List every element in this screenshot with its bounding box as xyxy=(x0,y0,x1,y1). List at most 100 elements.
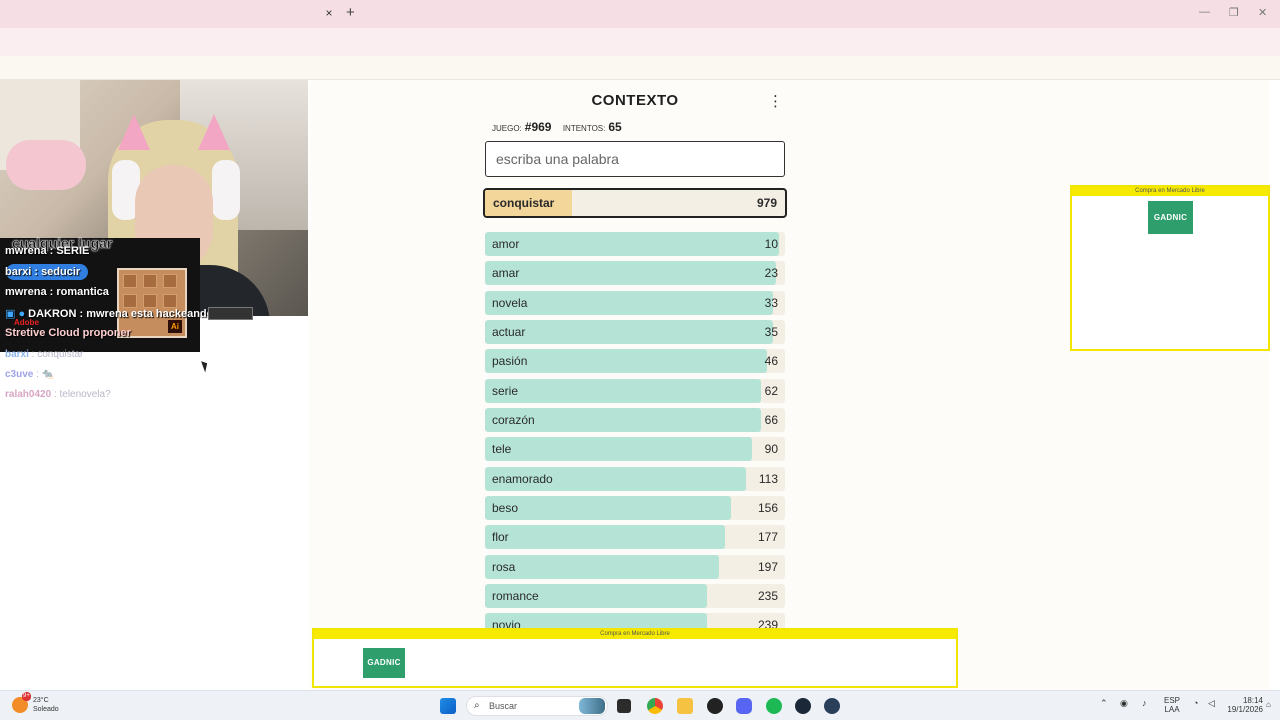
guess-word: tele xyxy=(492,442,512,457)
tray-chevron-icon[interactable]: ⌃ xyxy=(1100,699,1108,708)
word-input[interactable] xyxy=(485,141,785,177)
clock-time: 18:14 xyxy=(1242,696,1263,705)
guess-rank: 10 xyxy=(764,237,778,251)
steam-app-icon[interactable] xyxy=(824,698,840,714)
guess-fill xyxy=(485,290,773,315)
taskbar-search-placeholder: Buscar xyxy=(489,701,518,711)
guess-word: pasión xyxy=(492,354,528,369)
guess-word: beso xyxy=(492,500,519,515)
guess-rank: 90 xyxy=(764,442,778,457)
page-top-strip xyxy=(0,56,1280,80)
attempts-count: 65 xyxy=(608,120,622,134)
guess-row: amor 10 xyxy=(485,232,785,256)
guess-fill xyxy=(485,525,725,550)
guess-rank: 197 xyxy=(757,559,778,574)
game-menu-button[interactable]: ⋮ xyxy=(768,92,783,110)
stream-overlay: Ai cualquier lugar mwrena : SERIE barxi … xyxy=(0,80,310,690)
task-view-icon[interactable] xyxy=(617,699,631,713)
search-highlight-image xyxy=(579,698,605,714)
guess-row: pasión 46 xyxy=(485,349,785,374)
guess-word: serie xyxy=(492,383,519,398)
guess-list: amor 10 amar 23 novela 33 actuar 35 pasión 46 seri… xyxy=(485,232,785,643)
weather-temp: 23°C xyxy=(33,697,49,704)
microphone-icon[interactable]: ♪ xyxy=(1142,699,1147,708)
guess-rank: 235 xyxy=(757,588,778,603)
chat-message: barxi : conquistar xyxy=(5,349,84,360)
steam-icon[interactable] xyxy=(795,698,811,714)
guess-word: actuar xyxy=(492,324,526,339)
obs-icon[interactable] xyxy=(707,698,723,714)
guess-row: rosa 197 xyxy=(485,554,785,579)
guess-row: serie 62 xyxy=(485,378,785,403)
chat-message: mwrena : romantica xyxy=(5,286,109,298)
file-explorer-icon[interactable] xyxy=(677,698,693,714)
guess-word: novela xyxy=(492,295,528,310)
guess-word: romance xyxy=(492,588,539,603)
guess-row: amar 23 xyxy=(485,261,785,286)
new-tab-button[interactable]: + xyxy=(346,4,355,21)
discord-icon[interactable] xyxy=(736,698,752,714)
chocolate-square xyxy=(143,294,157,308)
windows-start-icon[interactable] xyxy=(440,698,456,714)
guess-row: flor 177 xyxy=(485,525,785,550)
adobe-label: Adobe xyxy=(14,318,39,327)
game-number: #969 xyxy=(524,120,552,134)
wifi-icon[interactable]: ◔ xyxy=(1193,699,1198,708)
notification-bell-icon[interactable]: ⌂ xyxy=(1266,700,1271,709)
guess-rank: 35 xyxy=(764,324,778,339)
game-info: JUEGO: #969 INTENTOS: 65 xyxy=(492,120,630,134)
tray-app-icon[interactable]: ◉ xyxy=(1120,699,1128,708)
guess-rank: 23 xyxy=(764,266,778,281)
guess-fill xyxy=(485,495,731,520)
guess-rank: 113 xyxy=(758,471,778,486)
game-label: JUEGO: xyxy=(492,124,522,133)
guess-fill xyxy=(485,261,776,286)
clock-date: 19/1/2026 xyxy=(1227,705,1263,714)
chat-message-text: DAKRON : mwrena esta hackeando xyxy=(28,308,214,320)
clock[interactable]: 18:14 19/1/2026 xyxy=(1223,696,1263,714)
emote-image xyxy=(208,307,253,320)
side-ad[interactable]: Compra en Mercado Libre GADNIC xyxy=(1070,185,1270,351)
bottom-ad-header: Compra en Mercado Libre xyxy=(314,630,956,639)
bottom-ad-logo[interactable]: GADNIC xyxy=(363,648,405,678)
minimize-button[interactable]: — xyxy=(1199,6,1210,18)
guess-word: rosa xyxy=(492,559,516,574)
weather-desc: Soleado xyxy=(33,706,59,713)
guess-fill xyxy=(485,378,761,403)
chat-message: ralah0420 : telenovela? xyxy=(5,389,111,400)
cat-ear-left xyxy=(118,114,150,150)
guess-row: enamorado 113 xyxy=(485,466,785,491)
guess-fill xyxy=(485,437,752,462)
lang-bottom: LAA xyxy=(1164,705,1180,714)
lang-top: ESP xyxy=(1163,696,1180,705)
guess-rank: 62 xyxy=(764,383,778,398)
volume-icon[interactable]: ◁ xyxy=(1208,699,1215,708)
guess-word: enamorado xyxy=(492,471,553,486)
spotify-icon[interactable] xyxy=(766,698,782,714)
browser-toolbar: ⇩ ☆ ⇄ ⧉ ≡ ⋮ xyxy=(0,28,1280,76)
bottom-ad[interactable]: Compra en Mercado Libre GADNIC xyxy=(312,628,958,688)
close-window-button[interactable]: ✕ xyxy=(1258,6,1267,19)
attempts-label: INTENTOS: xyxy=(562,124,606,133)
chat-message: mwrena : SERIE xyxy=(5,245,90,257)
restore-button[interactable]: ❐ xyxy=(1229,6,1239,19)
chocolate-square xyxy=(123,294,137,308)
chat-message: Stretive Cloud proponer xyxy=(5,327,131,339)
chocolate-square xyxy=(163,294,177,308)
guess-word: amor xyxy=(492,237,520,251)
chocolate-square xyxy=(143,274,157,288)
guess-rank: 33 xyxy=(764,295,778,310)
guess-word: flor xyxy=(492,530,509,545)
taskbar-search[interactable]: ⌕ Buscar xyxy=(466,696,608,716)
language-indicator[interactable]: ESP LAA xyxy=(1160,696,1184,714)
contexto-page: CONTEXTO ⋮ JUEGO:#969 INTENTOS:65 conqui… xyxy=(310,80,1270,690)
current-guess-word: conquistar xyxy=(493,196,555,210)
guess-fill xyxy=(485,554,719,579)
guess-rank: 66 xyxy=(764,412,778,427)
chocolate-square xyxy=(123,274,137,288)
guess-rank: 156 xyxy=(757,500,778,515)
tab-close-icon[interactable]: × xyxy=(322,6,336,20)
ad-logo[interactable]: GADNIC xyxy=(1148,201,1193,234)
chat-message: c3uve : 🐀 xyxy=(5,369,55,380)
chrome-icon[interactable] xyxy=(647,698,663,714)
